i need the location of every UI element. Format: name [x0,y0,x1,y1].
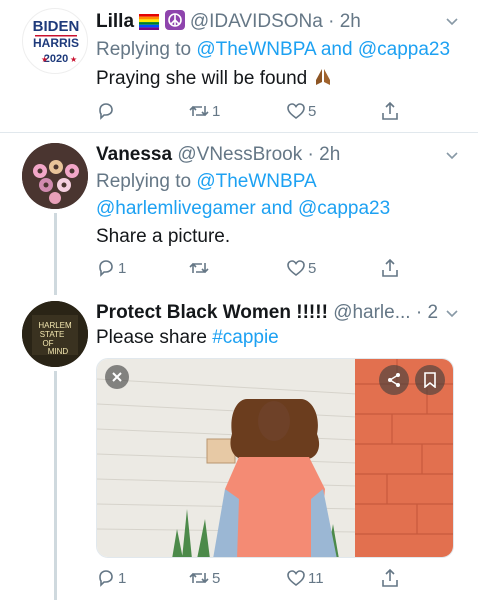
replying-mentions[interactable]: @harlemlivegamer and @cappa23 [96,195,466,222]
peace-icon [164,10,185,36]
svg-text:★: ★ [70,55,77,64]
avatar[interactable]: BIDEN HARRIS 2020 ★ ★ [22,8,88,74]
avatar-text-biden: BIDEN [33,18,80,35]
hashtag-link[interactable]: #cappie [212,327,279,348]
chevron-down-icon[interactable] [444,14,460,30]
replying-mentions[interactable]: @TheWNBPA and @cappa23 [196,39,450,60]
like-button[interactable]: 11 [286,567,324,589]
retweet-count: 5 [212,569,221,587]
retweet-count: 1 [212,102,221,120]
retweet-icon [189,572,209,584]
avatar-text-state: STATE [40,330,65,339]
like-button[interactable]: 5 [286,100,316,122]
tweet-protect-black-women[interactable]: HARLEM STATE OF MIND Protect Black Women… [0,293,478,600]
avatar-text-mind: MIND [48,347,69,356]
svg-text:★: ★ [41,55,48,64]
avatar[interactable] [22,143,88,209]
close-icon [112,372,122,382]
like-count: 5 [308,259,317,277]
thread-line [54,371,57,600]
share-icon [382,568,398,587]
reply-icon [99,103,113,120]
tweet-actions: 1 5 [96,257,406,281]
avatar-text-harris: HARRIS [33,36,79,50]
user-handle[interactable]: @harle... [333,302,410,323]
tweet-actions: 1 5 11 [96,567,406,591]
photo-bookmark-button[interactable] [415,365,445,395]
chevron-down-icon[interactable] [444,148,460,164]
replying-prefix: Replying to [96,39,192,60]
tweet-header: Protect Black Women !!!!! @harle... · 2h [96,302,438,324]
replying-to: Replying to @TheWNBPA @harlemlivegamer a… [96,168,466,222]
like-icon [287,570,305,587]
tweet-text-body: Share a picture. [96,226,231,247]
display-name[interactable]: Lilla [96,11,134,32]
tweet-text-body: Praying she will be found [96,68,308,89]
share-icon [382,101,398,120]
replying-prefix: Replying to [96,171,192,192]
tweet-text-body: Please share [96,327,207,348]
tweet-text: Please share #cappie [96,327,466,349]
user-handle[interactable]: @VNessBrook [177,144,302,165]
replying-mention[interactable]: @TheWNBPA [196,171,316,192]
reply-icon [99,570,113,587]
display-name[interactable]: Protect Black Women !!!!! [96,302,328,323]
like-icon [287,103,305,120]
tweet-actions: 1 5 [96,100,406,124]
tweet-vanessa[interactable]: Vanessa @VNessBrook · 2h Replying to @Th… [0,133,478,295]
tweet-header: Lilla @IDAVIDSONa · 2h [96,10,466,36]
praying-hands-icon [313,67,333,93]
reply-button[interactable]: 1 [96,567,126,589]
retweet-icon [189,262,209,274]
reply-count: 1 [118,259,127,277]
reply-count: 1 [118,569,127,587]
like-icon [287,260,305,277]
user-handle[interactable]: @IDAVIDSONa [190,11,323,32]
thread-line [54,213,57,295]
reply-icon [99,260,113,277]
avatar[interactable]: HARLEM STATE OF MIND [22,301,88,367]
share-button[interactable] [380,257,400,279]
timestamp[interactable]: · 2h [416,302,438,323]
tweet-header: Vanessa @VNessBrook · 2h [96,144,466,166]
like-count: 11 [308,569,324,587]
tweet-text: Share a picture. [96,226,466,248]
tweet-text: Praying she will be found [96,67,466,93]
like-count: 5 [308,102,317,120]
rainbow-flag-icon [139,14,160,36]
bookmark-icon [424,372,436,388]
share-button[interactable] [380,100,400,122]
share-button[interactable] [380,567,400,589]
display-name[interactable]: Vanessa [96,144,172,165]
retweet-button[interactable]: 1 [188,100,220,122]
chevron-down-icon[interactable] [444,306,460,322]
retweet-button[interactable]: 5 [188,567,220,589]
photo-share-button[interactable] [379,365,409,395]
tweet-lilla[interactable]: BIDEN HARRIS 2020 ★ ★ Lilla @IDAVIDSONa … [0,0,478,130]
reply-button[interactable] [96,100,118,122]
timestamp[interactable]: · 2h [328,11,361,32]
reply-button[interactable]: 1 [96,257,126,279]
share-icon [388,373,400,387]
tweet-photo[interactable] [96,358,454,558]
retweet-icon [189,105,209,117]
avatar-text-harlem: HARLEM [38,321,72,330]
share-icon [382,258,398,277]
replying-to: Replying to @TheWNBPA and @cappa23 [96,36,466,63]
close-button[interactable] [105,365,129,389]
timestamp[interactable]: · 2h [308,144,341,165]
retweet-button[interactable] [188,257,212,279]
like-button[interactable]: 5 [286,257,316,279]
